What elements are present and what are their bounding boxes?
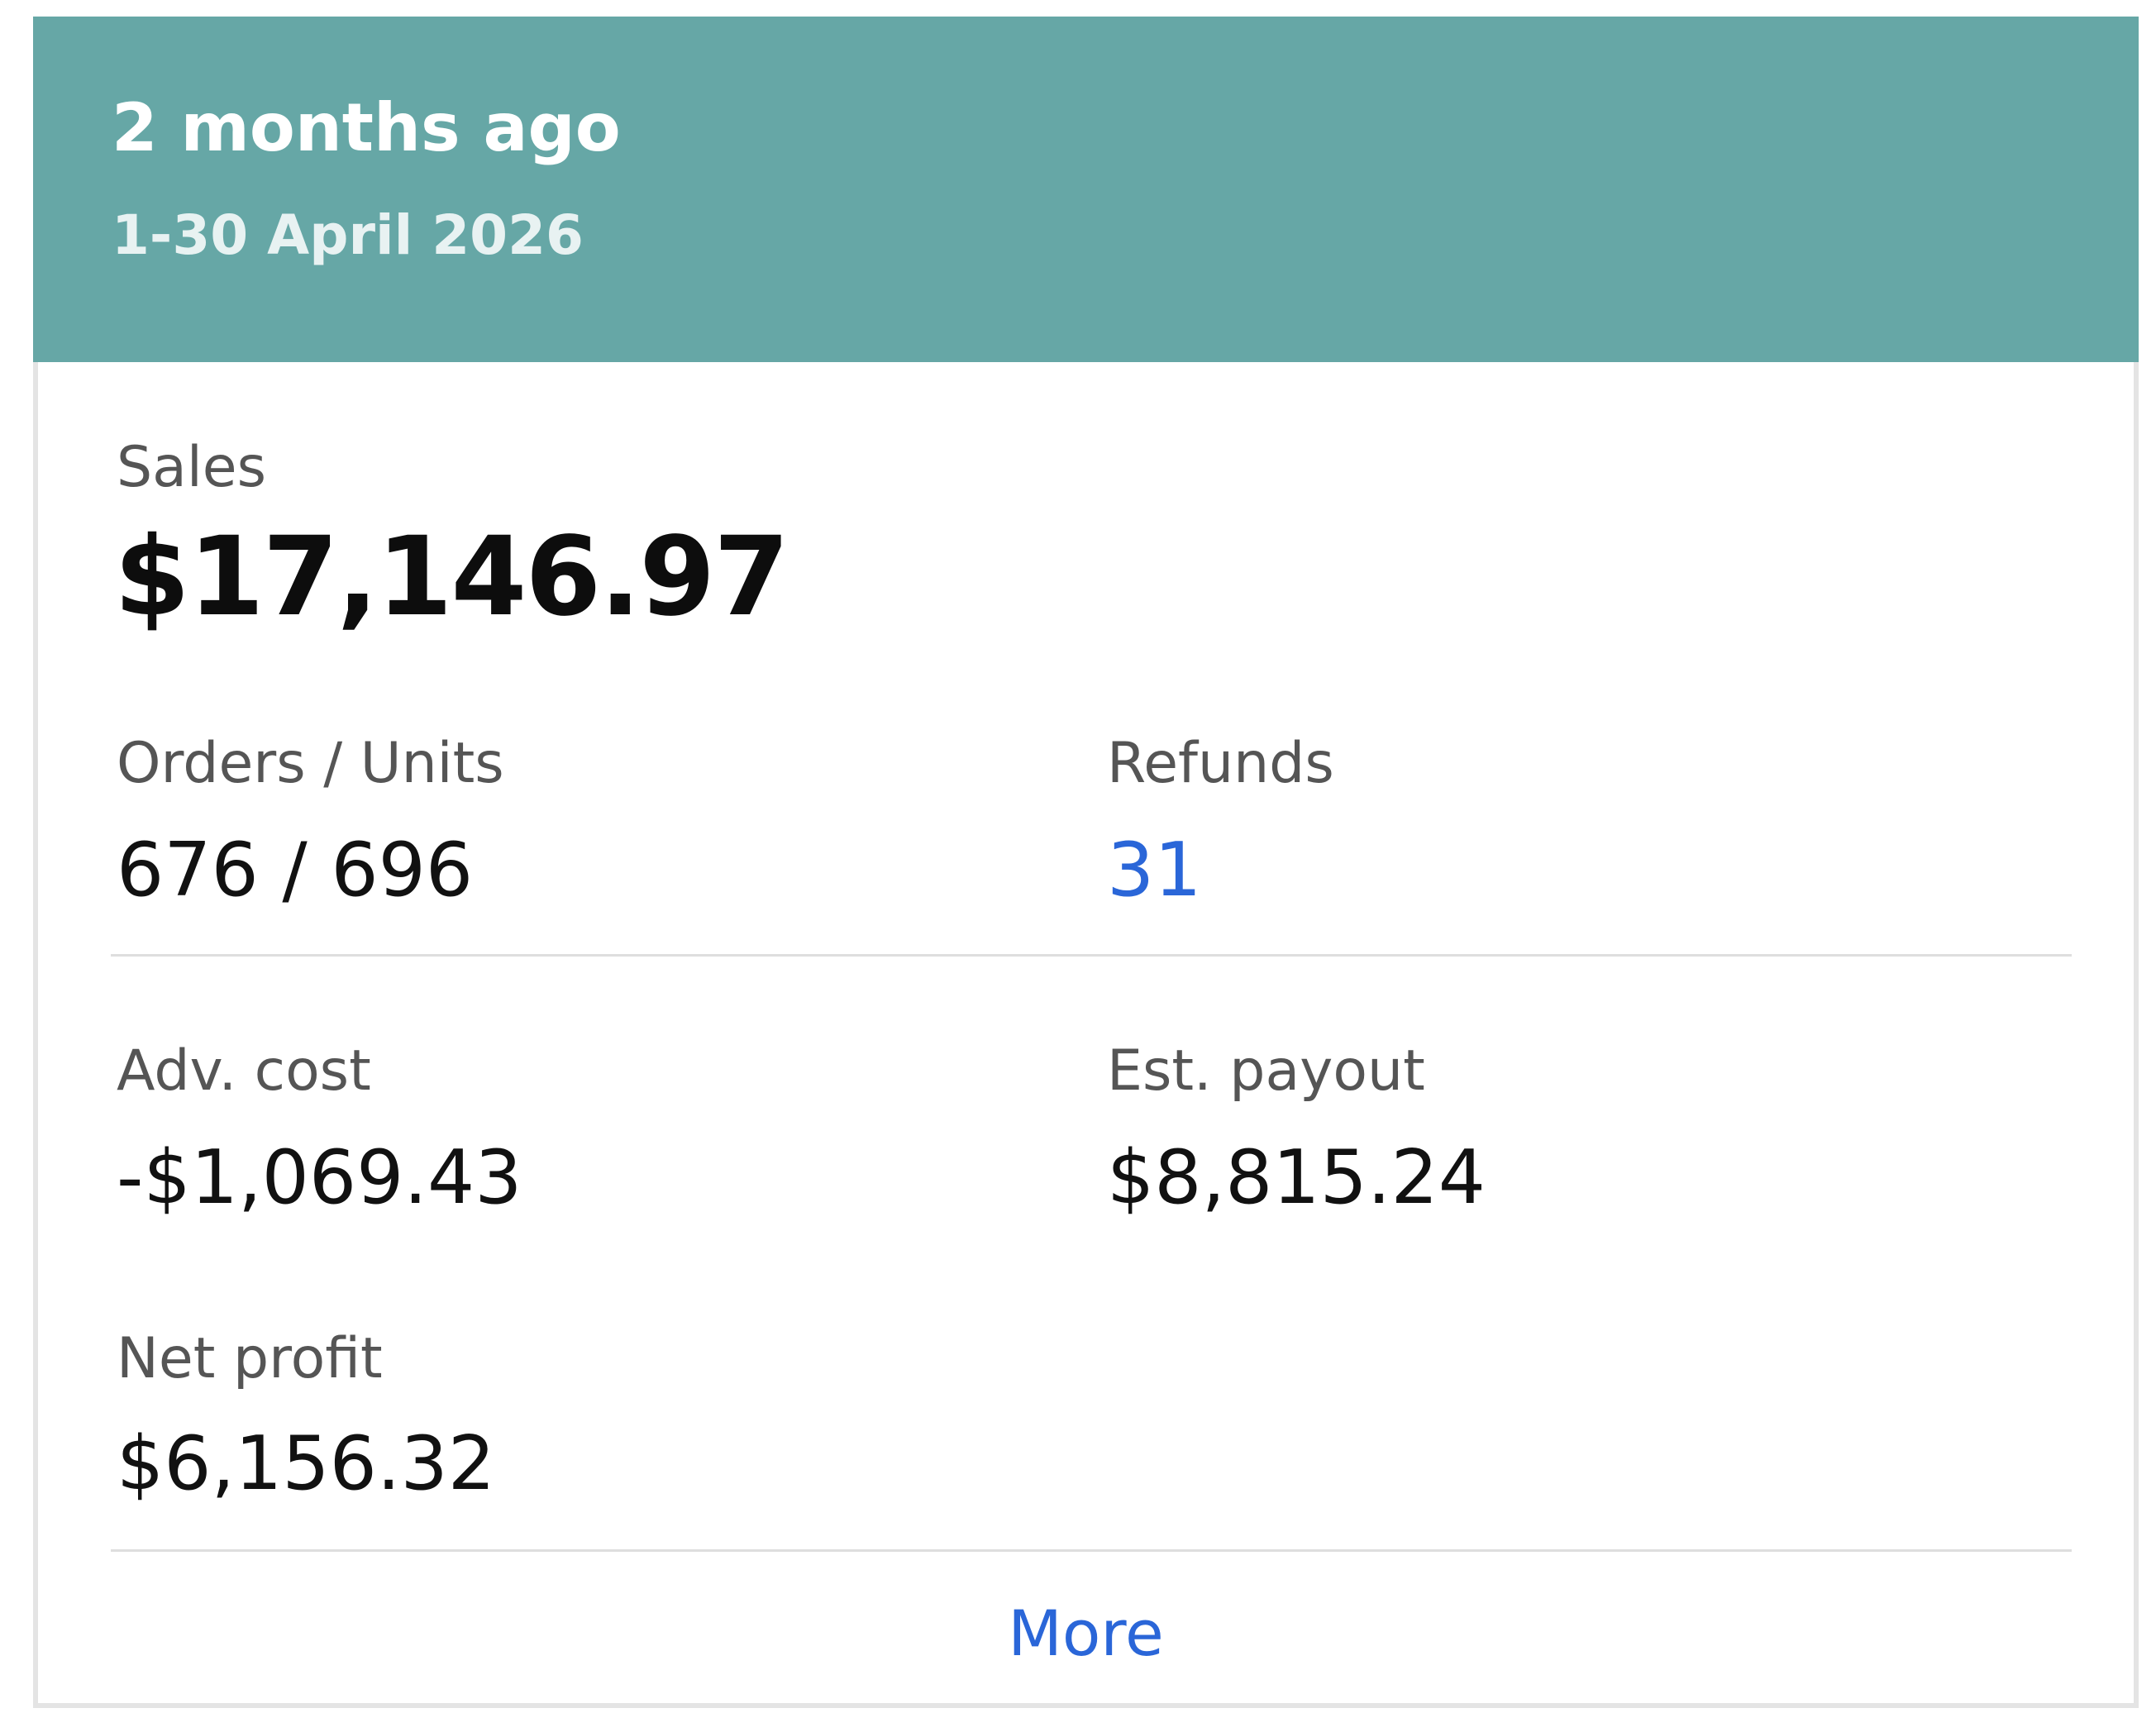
orders-units-label: Orders / Units bbox=[117, 731, 504, 796]
refunds-label: Refunds bbox=[1107, 731, 1334, 796]
est-payout-label: Est. payout bbox=[1107, 1038, 1425, 1104]
net-profit-label: Net profit bbox=[117, 1326, 383, 1391]
adv-cost-value: -$1,069.43 bbox=[117, 1134, 522, 1221]
footer-divider bbox=[111, 1549, 2072, 1552]
period-summary-card: 2 months ago 1-30 April 2026 Sales $17,1… bbox=[33, 17, 2139, 1708]
adv-cost-label: Adv. cost bbox=[117, 1038, 371, 1104]
est-payout-value: $8,815.24 bbox=[1107, 1134, 1486, 1221]
card-header: 2 months ago 1-30 April 2026 bbox=[33, 17, 2139, 362]
more-link[interactable]: More bbox=[38, 1602, 2134, 1665]
net-profit-value: $6,156.32 bbox=[117, 1420, 496, 1507]
period-title: 2 months ago bbox=[112, 89, 621, 166]
refunds-value-link[interactable]: 31 bbox=[1107, 833, 1202, 908]
period-date-range: 1-30 April 2026 bbox=[112, 203, 584, 267]
sales-value: $17,146.97 bbox=[114, 513, 789, 641]
sales-label: Sales bbox=[117, 435, 266, 500]
section-divider bbox=[111, 954, 2072, 957]
orders-units-value: 676 / 696 bbox=[117, 827, 474, 914]
